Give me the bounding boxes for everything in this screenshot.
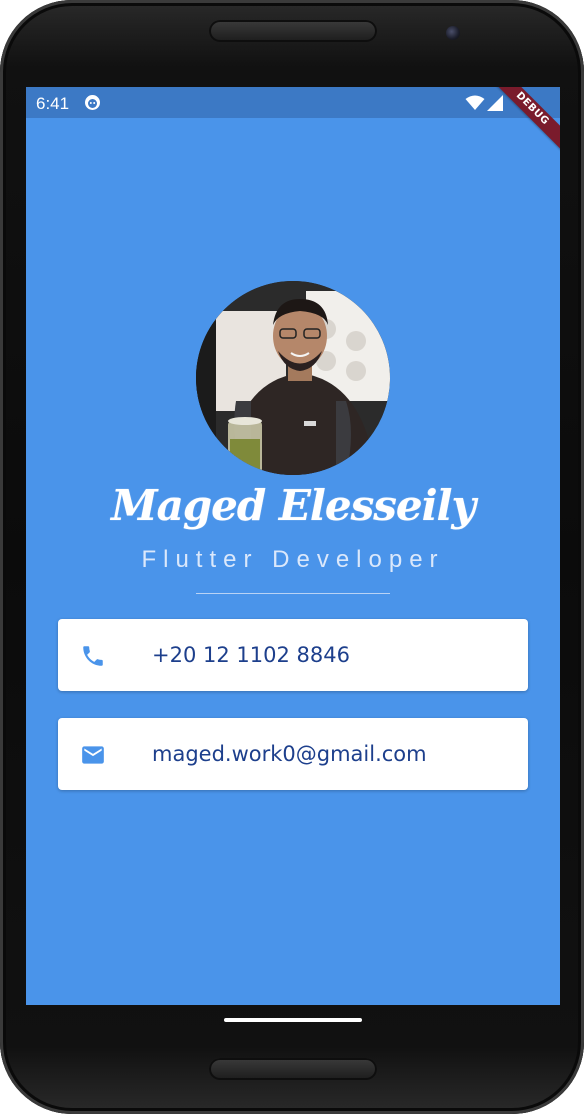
profile-avatar [196, 281, 390, 475]
phone-number: +20 12 1102 8846 [152, 643, 350, 667]
home-indicator[interactable] [224, 1018, 362, 1022]
top-speaker [209, 20, 377, 42]
phone-card[interactable]: +20 12 1102 8846 [58, 619, 528, 691]
email-address: maged.work0@gmail.com [152, 742, 427, 766]
status-time: 6:41 [36, 94, 70, 113]
email-card[interactable]: maged.work0@gmail.com [58, 718, 528, 790]
bottom-speaker [209, 1058, 377, 1080]
signal-icon [487, 95, 503, 111]
divider [196, 593, 390, 594]
front-camera-icon [446, 26, 460, 40]
app-screen: 6:41 DEBUG Maged Elesseily Flutter Devel… [26, 87, 560, 1005]
profile-photo [196, 281, 390, 475]
email-icon [82, 746, 104, 764]
phone-icon [83, 646, 103, 666]
profile-name: Maged Elesseily [111, 481, 476, 530]
status-bar: 6:41 [26, 87, 560, 118]
wifi-icon [465, 95, 485, 110]
profile-title: Flutter Developer [141, 546, 445, 573]
app-notification-icon [85, 95, 100, 110]
